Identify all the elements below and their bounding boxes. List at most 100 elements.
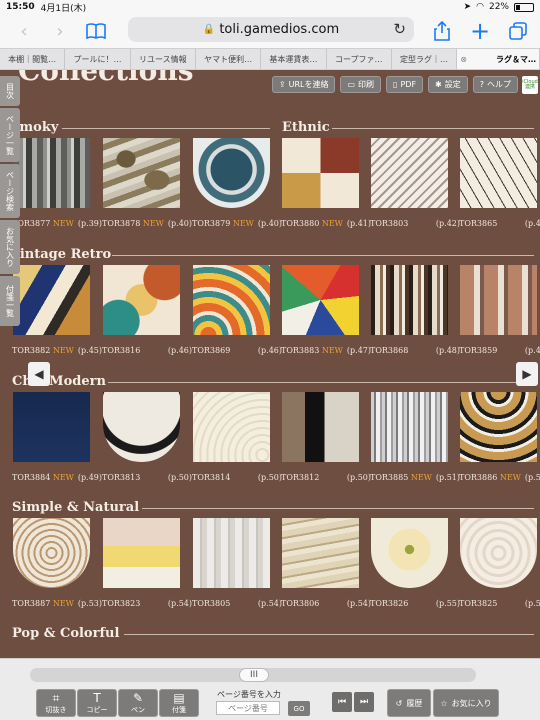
product-caption[interactable]: TOR3882 NEW (p.45) bbox=[12, 346, 102, 355]
product-caption[interactable]: TOR3826 (p.55) bbox=[370, 599, 460, 608]
rug-product-image[interactable] bbox=[371, 265, 448, 335]
rug-product-image[interactable] bbox=[282, 392, 359, 462]
rug-product-image[interactable] bbox=[460, 518, 537, 588]
close-tab-icon[interactable]: ⊗ bbox=[460, 55, 467, 64]
pen-button[interactable]: ✎ ペン bbox=[118, 689, 158, 717]
rug-product-image[interactable] bbox=[13, 392, 90, 462]
prev-page-arrow[interactable]: ◀ bbox=[28, 362, 50, 386]
pdf-tool-button[interactable]: ▯ PDF bbox=[386, 76, 424, 93]
product-caption[interactable]: TOR3859 (p.48) bbox=[459, 346, 540, 355]
forward-icon[interactable]: › bbox=[46, 17, 74, 45]
new-badge: NEW bbox=[52, 346, 74, 355]
bookmarks-icon[interactable] bbox=[82, 17, 110, 45]
sticky-note-button[interactable]: ▤ 付箋 bbox=[159, 689, 199, 717]
rug-product-image[interactable] bbox=[103, 138, 180, 208]
product-caption[interactable]: TOR3803 (p.42) bbox=[370, 219, 460, 228]
product-caption[interactable]: TOR3878 NEW (p.40) bbox=[102, 219, 192, 228]
page-number-label: ページ番号を入力 bbox=[217, 690, 281, 699]
lock-icon: 🔒 bbox=[202, 24, 216, 35]
product-caption[interactable]: TOR3887 NEW (p.53) bbox=[12, 599, 102, 608]
side-tab[interactable]: お気に入り bbox=[0, 220, 20, 274]
rug-product-image[interactable] bbox=[371, 138, 448, 208]
product-caption[interactable]: TOR3812 (p.50) bbox=[281, 473, 371, 482]
product-code: TOR3884 bbox=[12, 473, 51, 482]
rug-product-image[interactable] bbox=[371, 392, 448, 462]
rug-product-image[interactable] bbox=[193, 392, 270, 462]
go-button[interactable]: GO bbox=[288, 701, 310, 716]
rug-product-image[interactable] bbox=[282, 138, 359, 208]
side-tab[interactable]: 付箋一覧 bbox=[0, 276, 20, 326]
rug-product-image[interactable] bbox=[193, 265, 270, 335]
product-caption[interactable]: TOR3877 NEW (p.39) bbox=[12, 219, 102, 228]
first-page-button[interactable]: ⏮ bbox=[332, 692, 352, 712]
page-scrubber-handle[interactable]: III bbox=[239, 668, 269, 682]
product-caption[interactable]: TOR3814 (p.50) bbox=[192, 473, 282, 482]
browser-tab[interactable]: リユース情報 bbox=[131, 49, 196, 69]
product-caption[interactable]: TOR3865 (p.42) bbox=[459, 219, 540, 228]
rug-product-image[interactable] bbox=[103, 518, 180, 588]
status-time: 15:50 bbox=[6, 2, 35, 12]
crop-button[interactable]: ⌗ 切抜き bbox=[36, 689, 76, 717]
help-tool-button[interactable]: ? ヘルプ bbox=[472, 76, 518, 93]
product-caption[interactable]: TOR3880 NEW (p.41) bbox=[281, 219, 371, 228]
product-caption[interactable]: TOR3816 (p.46) bbox=[102, 346, 192, 355]
history-icon: ↺ bbox=[395, 698, 403, 708]
browser-tab[interactable]: ヤマト便利… bbox=[196, 49, 262, 69]
browser-tab[interactable]: 本棚｜閲覧… bbox=[0, 49, 66, 69]
rug-product-image[interactable] bbox=[13, 265, 90, 335]
address-bar[interactable]: 🔒 toli.gamedios.com ↻ bbox=[128, 17, 414, 42]
page-number-input[interactable] bbox=[216, 701, 280, 715]
browser-tab-strip: 本棚｜閲覧… プールに！… リユース情報 ヤマト便利… 基本運賃表… コープファ… 定型ラグ… bbox=[0, 48, 540, 70]
browser-tab[interactable]: 定型ラグ｜… bbox=[392, 49, 458, 69]
product-caption[interactable]: TOR3884 NEW (p.49) bbox=[12, 473, 102, 482]
product-caption[interactable]: TOR3885 NEW (p.51) bbox=[370, 473, 460, 482]
product-caption[interactable]: TOR3805 (p.54) bbox=[192, 599, 282, 608]
product-caption[interactable]: TOR3886 NEW(p.51) bbox=[459, 473, 540, 482]
copy-text-button[interactable]: T コピー bbox=[77, 689, 117, 717]
product-code: TOR3826 bbox=[370, 599, 409, 608]
tab-label: コープファ… bbox=[334, 54, 383, 64]
gear-tool-button[interactable]: ✱ 設定 bbox=[428, 76, 468, 93]
rug-product-image[interactable] bbox=[13, 138, 90, 208]
product-page-ref: (p.54) bbox=[346, 599, 371, 608]
share-icon[interactable] bbox=[428, 17, 456, 45]
battery-icon bbox=[514, 2, 534, 12]
share-tool-button[interactable]: ⇪ URLを連絡 bbox=[271, 76, 336, 93]
browser-tab[interactable]: 基本運賃表… bbox=[261, 49, 327, 69]
side-tab[interactable]: ページ検索 bbox=[0, 164, 20, 218]
rug-product-image[interactable] bbox=[460, 265, 537, 335]
rug-product-image[interactable] bbox=[282, 518, 359, 588]
product-caption[interactable]: TOR3825 (p.55) bbox=[459, 599, 540, 608]
favorites-button[interactable]: ☆ お気に入り bbox=[433, 689, 499, 717]
icloud-badge[interactable]: iCloud連携 bbox=[522, 76, 538, 94]
browser-tab[interactable]: コープファ… bbox=[327, 49, 392, 69]
rug-product-image[interactable] bbox=[460, 392, 537, 462]
side-tab[interactable]: ページ一覧 bbox=[0, 108, 20, 162]
product-caption[interactable]: TOR3806 (p.54) bbox=[281, 599, 371, 608]
reload-icon[interactable]: ↻ bbox=[393, 20, 406, 38]
rug-product-image[interactable] bbox=[460, 138, 537, 208]
rug-product-image[interactable] bbox=[371, 518, 448, 588]
history-button[interactable]: ↺ 履歴 bbox=[387, 689, 431, 717]
new-tab-icon[interactable]: + bbox=[466, 17, 494, 45]
side-tab[interactable]: 目次 bbox=[0, 76, 20, 106]
product-caption[interactable]: TOR3879 NEW (p.40) bbox=[192, 219, 282, 228]
rug-product-image[interactable] bbox=[282, 265, 359, 335]
browser-tab[interactable]: プールに！… bbox=[65, 49, 131, 69]
product-caption[interactable]: TOR3813 (p.50) bbox=[102, 473, 192, 482]
product-caption[interactable]: TOR3823 (p.54) bbox=[102, 599, 192, 608]
next-page-arrow[interactable]: ▶ bbox=[516, 362, 538, 386]
product-caption[interactable]: TOR3868 (p.48) bbox=[370, 346, 460, 355]
rug-product-image[interactable] bbox=[193, 518, 270, 588]
browser-tab[interactable]: ⊗ ラグ＆マ… bbox=[457, 49, 540, 69]
rug-product-image[interactable] bbox=[103, 392, 180, 462]
product-caption[interactable]: TOR3869 (p.46) bbox=[192, 346, 282, 355]
last-page-button[interactable]: ⏭ bbox=[354, 692, 374, 712]
print-tool-button[interactable]: ▭ 印刷 bbox=[340, 76, 382, 93]
rug-product-image[interactable] bbox=[103, 265, 180, 335]
tabs-overview-icon[interactable] bbox=[504, 17, 532, 45]
rug-product-image[interactable] bbox=[13, 518, 90, 588]
rug-product-image[interactable] bbox=[193, 138, 270, 208]
product-caption[interactable]: TOR3883 NEW (p.47) bbox=[281, 346, 371, 355]
back-icon[interactable]: ‹ bbox=[10, 17, 38, 45]
